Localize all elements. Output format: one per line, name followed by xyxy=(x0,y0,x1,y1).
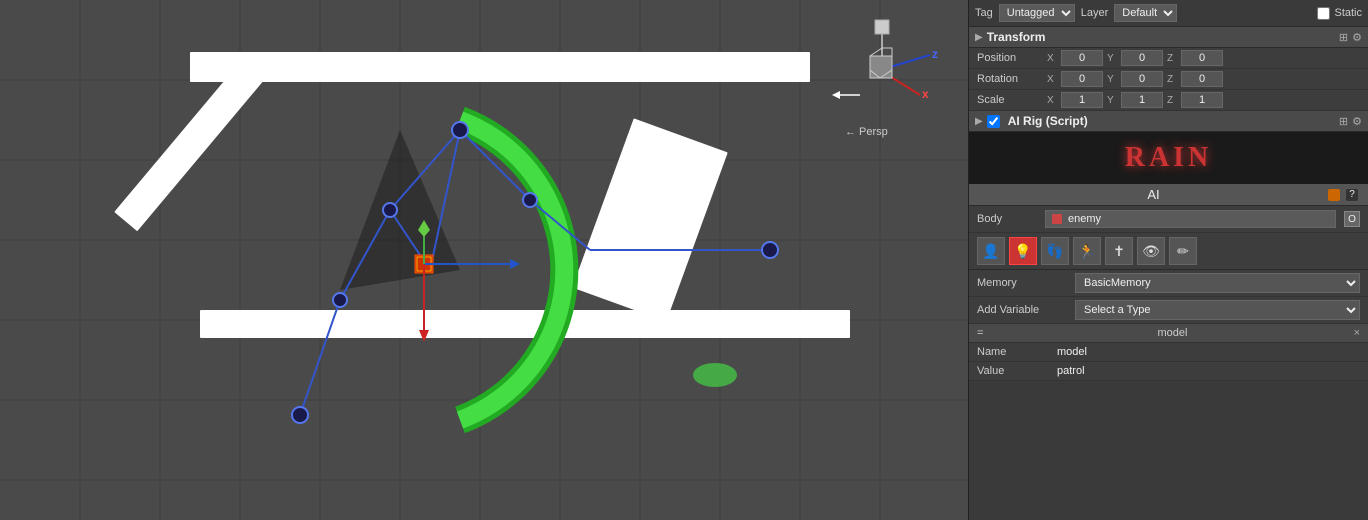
enemy-dot xyxy=(1052,214,1062,224)
scale-x-label: X xyxy=(1047,95,1059,106)
var-value-row: Value patrol xyxy=(969,362,1368,381)
tag-select[interactable]: Untagged xyxy=(999,4,1075,22)
scale-x-input[interactable] xyxy=(1061,92,1103,108)
rain-logo: RAIN xyxy=(969,142,1368,174)
rotation-row: Rotation X Y Z xyxy=(969,69,1368,90)
var-name-label: Name xyxy=(977,346,1057,358)
transform-settings-icon[interactable]: ⚙ xyxy=(1352,31,1362,44)
var-value-value: patrol xyxy=(1057,365,1085,377)
ai-orange-dot[interactable] xyxy=(1328,189,1340,201)
position-y-label: Y xyxy=(1107,53,1119,64)
body-label: Body xyxy=(977,213,1037,225)
position-label: Position xyxy=(977,52,1047,64)
body-row: Body enemy O xyxy=(969,206,1368,233)
scale-label: Scale xyxy=(977,94,1047,106)
ai-rig-layout-icon[interactable]: ⊞ xyxy=(1339,115,1348,128)
scale-y-label: Y xyxy=(1107,95,1119,106)
svg-text:← Persp: ← Persp xyxy=(845,126,888,138)
body-o-button[interactable]: O xyxy=(1344,211,1360,227)
var-equals-icon: = xyxy=(977,327,983,339)
ai-rig-settings-icon[interactable]: ⚙ xyxy=(1352,115,1362,128)
transform-fold-arrow[interactable]: ▶ xyxy=(975,32,983,43)
ai-rig-fold-arrow[interactable]: ▶ xyxy=(975,116,983,127)
rotation-z-input[interactable] xyxy=(1181,71,1223,87)
rotation-x-input[interactable] xyxy=(1061,71,1103,87)
svg-text:x: x xyxy=(922,87,929,101)
ai-rig-section-icons: ⊞ ⚙ xyxy=(1339,115,1362,128)
scene-svg: z x ← Persp xyxy=(0,0,968,520)
transform-layout-icon[interactable]: ⊞ xyxy=(1339,31,1348,44)
add-variable-label: Add Variable xyxy=(977,304,1067,316)
ai-rig-title: AI Rig (Script) xyxy=(1008,114,1088,128)
ai-label-bar: AI ? xyxy=(969,184,1368,206)
rotation-y-input[interactable] xyxy=(1121,71,1163,87)
position-row: Position X Y Z xyxy=(969,48,1368,69)
inspector-panel: Tag Untagged Layer Default Static ▶ Tran… xyxy=(968,0,1368,520)
rain-logo-area: RAIN xyxy=(969,132,1368,184)
rotation-xyz: X Y Z xyxy=(1047,71,1360,87)
icon-toolbar: 👤 💡 👣 🏃 ✝ 👁 ✏ xyxy=(969,233,1368,270)
svg-text:z: z xyxy=(932,47,938,61)
var-name-row: Name model xyxy=(969,343,1368,362)
position-y-input[interactable] xyxy=(1121,50,1163,66)
tool-icon-run[interactable]: 🏃 xyxy=(1073,237,1101,265)
memory-select[interactable]: BasicMemory xyxy=(1075,273,1360,293)
layer-label: Layer xyxy=(1081,7,1109,19)
transform-section-icons: ⊞ ⚙ xyxy=(1339,31,1362,44)
position-xyz: X Y Z xyxy=(1047,50,1360,66)
body-value: enemy xyxy=(1068,213,1101,225)
var-close-button[interactable]: × xyxy=(1354,327,1360,339)
position-x-label: X xyxy=(1047,53,1059,64)
layer-select[interactable]: Default xyxy=(1114,4,1177,22)
tool-icon-person[interactable]: 👤 xyxy=(977,237,1005,265)
ai-rig-header: ▶ AI Rig (Script) ⊞ ⚙ xyxy=(969,111,1368,132)
tag-label: Tag xyxy=(975,7,993,19)
scale-y-input[interactable] xyxy=(1121,92,1163,108)
rotation-z-label: Z xyxy=(1167,74,1179,85)
var-header-name: model xyxy=(991,327,1353,339)
scale-row: Scale X Y Z xyxy=(969,90,1368,111)
transform-title: Transform xyxy=(987,30,1046,44)
body-value-box: enemy xyxy=(1045,210,1336,228)
var-name-value: model xyxy=(1057,346,1087,358)
ai-question-icon[interactable]: ? xyxy=(1346,189,1358,201)
position-z-input[interactable] xyxy=(1181,50,1223,66)
add-variable-row: Add Variable Select a Type xyxy=(969,297,1368,324)
ai-label-icons: ? xyxy=(1328,189,1358,201)
ai-rig-enabled-checkbox[interactable] xyxy=(987,115,1000,128)
add-variable-select[interactable]: Select a Type xyxy=(1075,300,1360,320)
static-label: Static xyxy=(1334,7,1362,19)
viewport-3d[interactable]: z x ← Persp xyxy=(0,0,968,520)
var-value-label: Value xyxy=(977,365,1057,377)
tool-icon-foot[interactable]: 👣 xyxy=(1041,237,1069,265)
static-checkbox[interactable] xyxy=(1317,7,1330,20)
tool-icon-brain[interactable]: 💡 xyxy=(1009,237,1037,265)
position-z-label: Z xyxy=(1167,53,1179,64)
memory-row: Memory BasicMemory xyxy=(969,270,1368,297)
rotation-x-label: X xyxy=(1047,74,1059,85)
rotation-label: Rotation xyxy=(977,73,1047,85)
scale-xyz: X Y Z xyxy=(1047,92,1360,108)
tag-layer-bar: Tag Untagged Layer Default Static xyxy=(969,0,1368,27)
tool-icon-pencil[interactable]: ✏ xyxy=(1169,237,1197,265)
tool-icon-eye[interactable]: 👁 xyxy=(1137,237,1165,265)
transform-header: ▶ Transform ⊞ ⚙ xyxy=(969,27,1368,48)
ai-text-label: AI xyxy=(979,187,1328,202)
scale-z-label: Z xyxy=(1167,95,1179,106)
memory-label: Memory xyxy=(977,277,1067,289)
rotation-y-label: Y xyxy=(1107,74,1119,85)
variable-header: = model × xyxy=(969,324,1368,343)
position-x-input[interactable] xyxy=(1061,50,1103,66)
tool-icon-sword[interactable]: ✝ xyxy=(1105,237,1133,265)
scale-z-input[interactable] xyxy=(1181,92,1223,108)
